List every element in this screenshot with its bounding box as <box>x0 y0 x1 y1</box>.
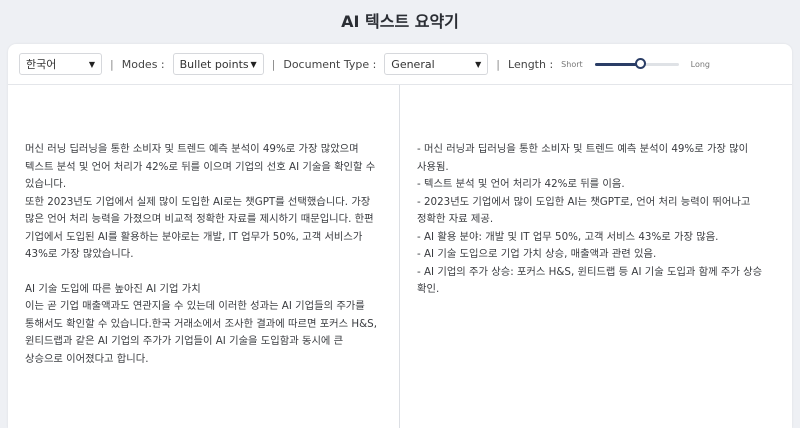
separator: | <box>496 57 501 71</box>
length-slider-handle[interactable] <box>635 57 647 69</box>
summary-bullet: - AI 기업의 주가 상승: 포커스 H&S, 윈티드랩 등 AI 기술 도입… <box>417 265 766 296</box>
summary-bullet: - 머신 러닝과 딥러닝을 통한 소비자 및 트렌드 예측 분석이 49%로 가… <box>417 143 752 173</box>
separator: | <box>271 57 276 71</box>
summary-bullet: - AI 기술 도입으로 기업 가치 상승, 매출액과 관련 있음. <box>417 248 657 260</box>
length-slider-group: Short Long <box>561 57 710 69</box>
input-paragraph: 이는 곧 기업 매출액과도 연관지을 수 있는데 이러한 성과는 AI 기업들의… <box>25 300 381 365</box>
modes-select-value: Bullet points <box>179 57 249 71</box>
summary-bullet: - AI 활용 분야: 개발 및 IT 업무 50%, 고객 서비스 43%로 … <box>417 230 719 243</box>
summary-output-area[interactable]: - 머신 러닝과 딥러닝을 통한 소비자 및 트렌드 예측 분석이 49%로 가… <box>401 85 792 428</box>
length-min-label: Short <box>561 59 583 69</box>
language-select-value: 한국어 <box>26 58 57 71</box>
length-slider-fill <box>594 62 641 66</box>
length-max-label: Long <box>690 59 710 69</box>
separator: | <box>110 57 114 71</box>
input-paragraph: 머신 러닝 딥러닝을 통한 소비자 및 트렌드 예측 분석이 49%로 가장 많… <box>25 143 379 190</box>
modes-label: Modes : <box>121 57 165 71</box>
input-text-area[interactable]: 머신 러닝 딥러닝을 통한 소비자 및 트렌드 예측 분석이 49%로 가장 많… <box>8 85 400 428</box>
document-type-select[interactable]: General ▼ <box>384 53 489 75</box>
modes-select[interactable]: Bullet points ▼ <box>172 53 264 75</box>
document-type-select-value: General <box>391 57 435 71</box>
toolbar: 한국어 ▼ | Modes : Bullet points ▼ | Docume… <box>8 44 792 85</box>
document-type-label: Document Type : <box>283 57 377 71</box>
summary-bullet: - 텍스트 분석 및 언어 처리가 42%로 뒤를 이음. <box>417 178 625 190</box>
chevron-down-icon: ▼ <box>250 59 257 69</box>
length-slider[interactable] <box>594 57 679 69</box>
summary-bullet: - 2023년도 기업에서 많이 도입한 AI는 챗GPT로, 언어 처리 능력… <box>417 195 754 226</box>
summarizer-card: 한국어 ▼ | Modes : Bullet points ▼ | Docume… <box>8 44 792 428</box>
page-title: AI 텍스트 요약기 <box>341 12 459 31</box>
language-select[interactable]: 한국어 ▼ <box>19 53 102 75</box>
chevron-down-icon: ▼ <box>475 59 482 69</box>
chevron-down-icon: ▼ <box>88 59 95 69</box>
input-paragraph: 또한 2023년도 기업에서 실제 많이 도입한 AI로는 챗GPT를 선택했습… <box>25 195 377 261</box>
length-label: Length : <box>508 57 554 71</box>
input-paragraph: AI 기술 도입에 따른 높아진 AI 기업 가치 <box>25 282 201 295</box>
